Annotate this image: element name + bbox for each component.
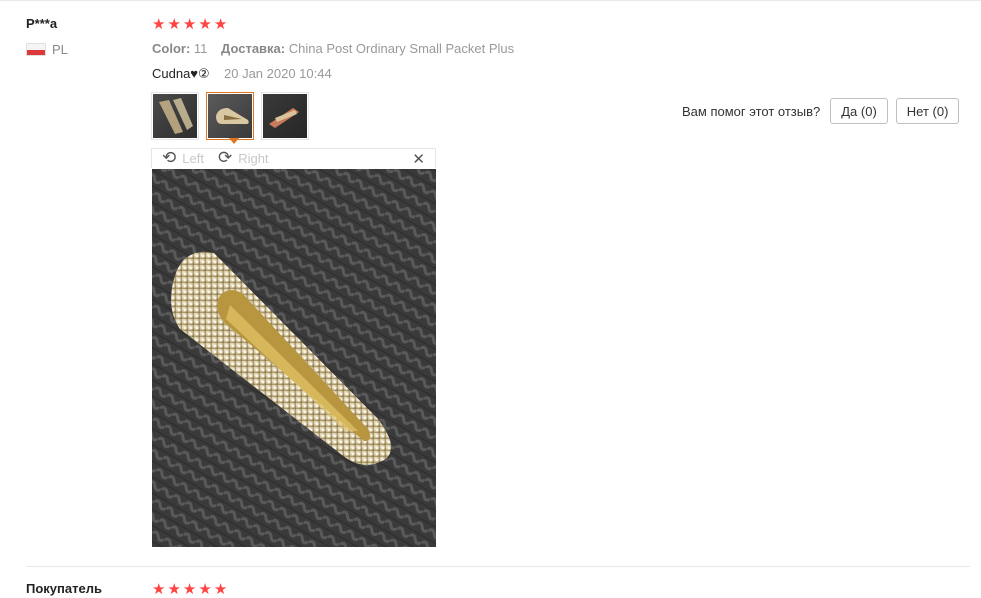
star-icon: ★ [213, 15, 228, 33]
helpful-vote: Вам помог этот отзыв? Да (0) Нет (0) [682, 98, 960, 124]
thumbnail-2[interactable] [206, 92, 254, 144]
order-meta: Color: 11 Доставка: China Post Ordinary … [152, 41, 514, 56]
review-text: Cudna♥② [152, 66, 210, 81]
helpful-question: Вам помог этот отзыв? [682, 103, 821, 119]
review-thumbnails [151, 92, 309, 144]
star-icon: ★ [198, 15, 212, 33]
thumbnail-1[interactable] [151, 92, 199, 140]
star-icon: ★ [198, 580, 212, 598]
helpful-no-button[interactable]: Нет (0) [895, 98, 960, 124]
star-icon: ★ [152, 580, 166, 598]
star-icon: ★ [167, 580, 181, 598]
rotate-right-button[interactable]: ⟳ Right [218, 150, 269, 167]
star-icon: ★ [182, 15, 197, 33]
star-icon: ★ [167, 15, 181, 33]
rotate-right-icon: ⟳ [217, 148, 233, 168]
next-rating-stars: ★ ★ ★ ★ ★ [152, 582, 227, 597]
rating-stars: ★ ★ ★ ★ ★ [152, 17, 227, 32]
image-viewer-toolbar: ⟲ Left ⟳ Right ✕ [151, 148, 436, 168]
rotate-left-button[interactable]: ⟲ Left [162, 150, 204, 167]
review-date: 20 Jan 2020 10:44 [224, 66, 332, 81]
thumbnail-3[interactable] [261, 92, 309, 140]
shipping-label: Доставка: [221, 41, 286, 56]
color-label: Color: [152, 41, 191, 56]
reviewer-name: P***a [26, 16, 58, 31]
star-icon: ★ [213, 580, 228, 598]
shipping-value: China Post Ordinary Small Packet Plus [288, 41, 515, 56]
rotate-right-label: Right [238, 151, 269, 166]
color-value: 11 [193, 41, 208, 56]
rotate-left-icon: ⟲ [162, 148, 177, 168]
star-icon: ★ [182, 580, 197, 598]
star-icon: ★ [152, 15, 166, 33]
rotate-left-label: Left [182, 151, 204, 166]
review-divider [26, 566, 970, 567]
reviewer-country: PL [26, 42, 68, 57]
top-divider [0, 0, 981, 1]
review-photo [152, 169, 436, 547]
next-reviewer-name: Покупатель [26, 581, 102, 596]
close-icon[interactable]: ✕ [412, 150, 425, 168]
country-code: PL [52, 42, 68, 57]
helpful-yes-button[interactable]: Да (0) [830, 98, 888, 124]
active-thumbnail-caret [229, 138, 239, 144]
poland-flag-icon [26, 43, 46, 56]
